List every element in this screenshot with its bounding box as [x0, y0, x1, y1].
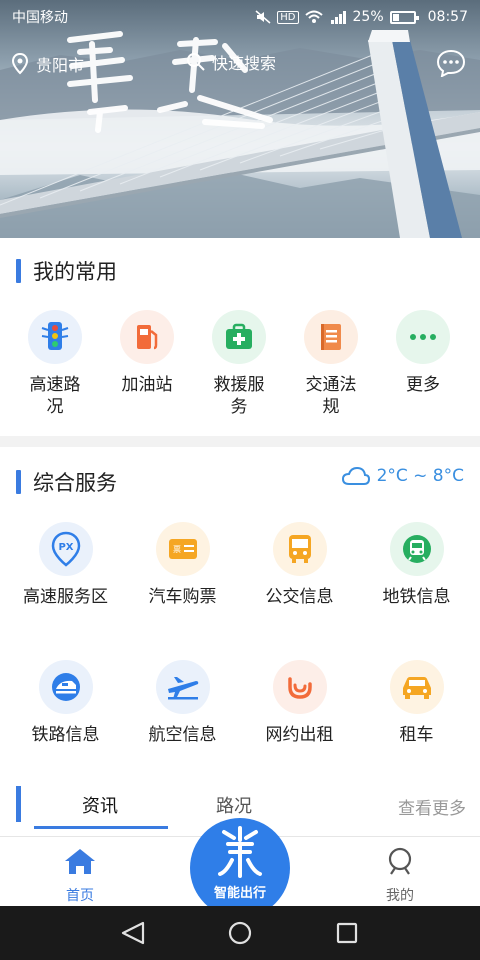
section-accent-bar: [16, 786, 21, 822]
service-subway-info[interactable]: 地铁信息: [358, 522, 475, 608]
smart-travel-logo-icon: [218, 826, 262, 878]
view-more-link[interactable]: 查看更多: [398, 794, 466, 819]
carrier-label: 中国移动: [12, 10, 68, 26]
favorite-label: 高速路况: [29, 375, 81, 417]
system-navigation-bar: [0, 906, 480, 960]
home-circle-icon[interactable]: [228, 921, 252, 945]
battery-percent: 25%: [352, 9, 384, 25]
service-label: 公交信息: [265, 587, 334, 607]
battery-icon: [389, 10, 419, 24]
svg-text:PX: PX: [58, 542, 73, 553]
service-ride-hailing[interactable]: 网约出租: [241, 660, 358, 746]
service-label: 汽车购票: [148, 587, 217, 607]
favorites-title: 我的常用: [33, 260, 117, 284]
services-header: 综合服务: [16, 467, 117, 497]
service-bus-ticket[interactable]: 票 汽车购票: [124, 522, 241, 608]
nav-home[interactable]: 首页: [40, 847, 120, 905]
service-label: 铁路信息: [31, 725, 100, 745]
smart-travel-label: 智能出行: [213, 886, 266, 901]
service-highway-service-area[interactable]: PX 高速服务区: [7, 522, 124, 608]
favorite-label: 交通法规: [305, 375, 357, 417]
service-car-rental[interactable]: 租车: [358, 660, 475, 746]
weather-temperature: 2°C ~ 8°C: [376, 466, 464, 486]
tab-news[interactable]: 资讯: [82, 792, 118, 818]
wifi-icon: [304, 10, 323, 23]
favorite-label: 更多: [406, 375, 440, 395]
px-pin-icon: PX: [38, 522, 93, 576]
service-railway-info[interactable]: 铁路信息: [7, 660, 124, 746]
favorite-gas-station[interactable]: 加油站: [101, 310, 193, 418]
search-label: 快速搜索: [212, 54, 277, 73]
service-label: 网约出租: [265, 725, 334, 745]
mute-icon: [255, 10, 271, 24]
home-icon: [65, 849, 95, 874]
first-aid-kit-icon: [212, 310, 266, 364]
rule-book-icon: [304, 310, 358, 364]
favorite-more[interactable]: 更多: [377, 310, 469, 418]
favorite-highway-traffic[interactable]: 高速路况: [9, 310, 101, 418]
signal-icon: [330, 11, 346, 24]
service-label: 高速服务区: [23, 587, 108, 607]
location-pin-icon: [12, 53, 28, 75]
smart-travel-button[interactable]: 智能出行: [190, 818, 290, 918]
svg-text:票: 票: [173, 545, 181, 554]
header-banner: 中国移动 HD 25% 08:57 贵阳市 快速搜索: [0, 0, 480, 238]
bridge-banner-image: [0, 30, 480, 238]
location-selector[interactable]: 贵阳市: [12, 52, 84, 76]
profile-icon: [388, 847, 412, 875]
message-button[interactable]: [436, 49, 466, 81]
subway-icon: [389, 522, 444, 576]
status-bar: 中国移动 HD 25% 08:57: [0, 0, 480, 34]
clock: 08:57: [427, 9, 468, 25]
quick-search[interactable]: 快速搜索: [186, 50, 276, 74]
nav-mine[interactable]: 我的: [360, 847, 440, 905]
search-icon: [187, 53, 205, 71]
top-bar: 贵阳市 快速搜索: [0, 48, 480, 82]
cloud-icon: [341, 466, 370, 485]
section-accent-bar: [16, 259, 21, 283]
rideshare-icon: [272, 660, 327, 714]
favorite-label: 救援服务: [213, 375, 265, 417]
bus-icon: [272, 522, 327, 576]
services-title: 综合服务: [33, 471, 117, 495]
tab-road-conditions[interactable]: 路况: [216, 792, 252, 818]
favorites-grid: 高速路况 加油站 救援服务 交通法规 更多: [0, 310, 480, 418]
hd-icon: HD: [277, 10, 299, 24]
service-aviation-info[interactable]: 航空信息: [124, 660, 241, 746]
location-label: 贵阳市: [36, 56, 85, 75]
more-dots-icon: [396, 310, 450, 364]
service-label: 航空信息: [148, 725, 217, 745]
active-tab-indicator: [34, 826, 168, 829]
traffic-light-icon: [28, 310, 82, 364]
car-icon: [389, 660, 444, 714]
nav-mine-label: 我的: [386, 888, 414, 904]
section-divider: [0, 436, 480, 447]
airplane-icon: [155, 660, 210, 714]
nav-home-label: 首页: [66, 888, 94, 904]
recents-square-icon[interactable]: [336, 922, 358, 944]
ticket-icon: 票: [155, 522, 210, 576]
service-bus-info[interactable]: 公交信息: [241, 522, 358, 608]
fuel-pump-icon: [120, 310, 174, 364]
favorite-traffic-rules[interactable]: 交通法规: [285, 310, 377, 418]
favorite-rescue-service[interactable]: 救援服务: [193, 310, 285, 418]
service-label: 租车: [399, 725, 434, 745]
favorite-label: 加油站: [121, 375, 173, 395]
train-icon: [38, 660, 93, 714]
weather-widget[interactable]: 2°C ~ 8°C: [341, 466, 464, 486]
services-grid-row1: PX 高速服务区 票 汽车购票 公交信息 地铁信息: [0, 522, 480, 608]
services-grid-row2: 铁路信息 航空信息 网约出租 租车: [0, 660, 480, 746]
chat-bubble-icon: [436, 49, 466, 78]
favorites-header: 我的常用: [16, 256, 117, 286]
back-icon[interactable]: [121, 921, 145, 945]
service-label: 地铁信息: [382, 587, 451, 607]
section-accent-bar: [16, 470, 21, 494]
